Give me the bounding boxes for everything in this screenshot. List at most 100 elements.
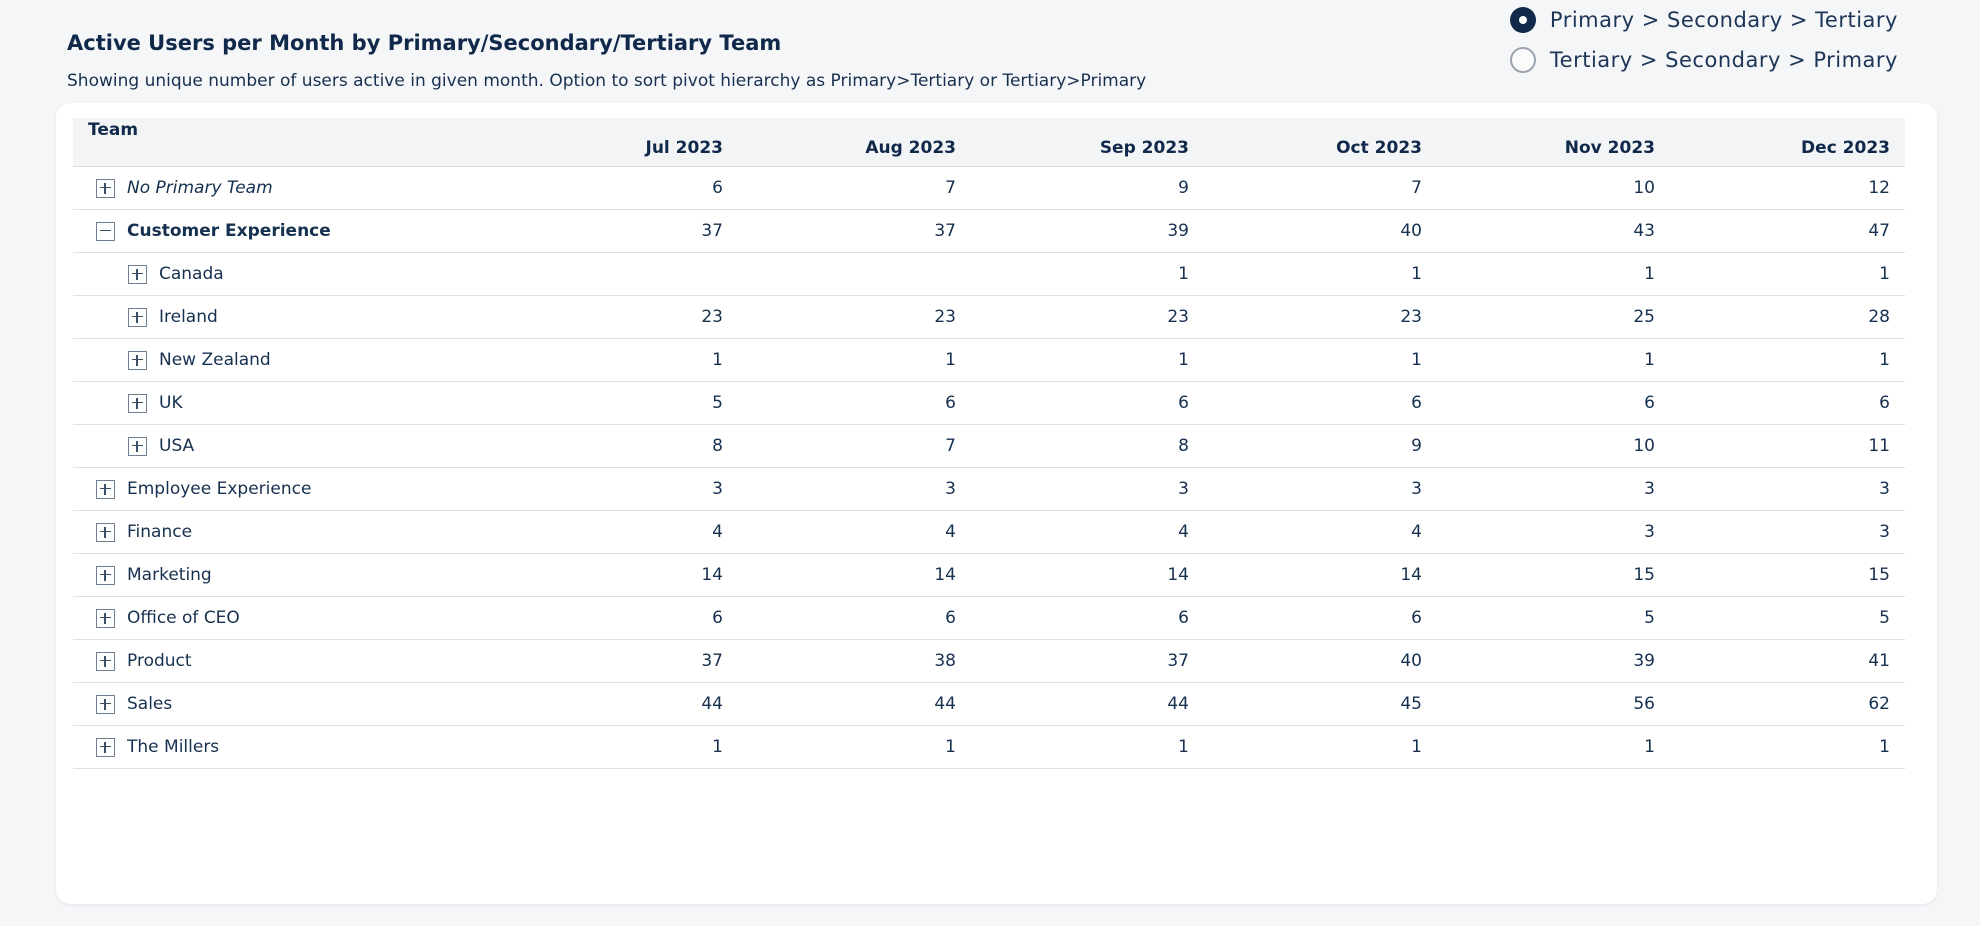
value-cell: 3 bbox=[1670, 510, 1905, 554]
value-cell: 6 bbox=[1204, 596, 1437, 640]
team-cell: Marketing bbox=[73, 553, 505, 597]
team-cell-content: Ireland bbox=[88, 307, 490, 327]
value-cell: 23 bbox=[971, 295, 1204, 339]
team-name: UK bbox=[159, 393, 183, 413]
expand-icon[interactable] bbox=[128, 393, 147, 413]
table-row: Ireland 23 23 23 23 25 28 bbox=[73, 295, 1905, 339]
value-cell: 8 bbox=[505, 424, 738, 468]
table-row: USA 8 7 8 9 10 11 bbox=[73, 424, 1905, 468]
expand-icon[interactable] bbox=[128, 436, 147, 456]
value-cell: 44 bbox=[738, 682, 971, 726]
team-cell: Product bbox=[73, 639, 505, 683]
value-cell: 41 bbox=[1670, 639, 1905, 683]
value-cell: 15 bbox=[1437, 553, 1670, 597]
team-cell: Finance bbox=[73, 510, 505, 554]
collapse-icon[interactable] bbox=[96, 221, 115, 241]
team-cell-content: Office of CEO bbox=[88, 608, 490, 628]
expand-icon[interactable] bbox=[96, 522, 115, 542]
column-header-month[interactable]: Jul 2023 bbox=[505, 118, 738, 167]
team-cell-content: Employee Experience bbox=[88, 479, 490, 499]
team-cell: Canada bbox=[73, 252, 505, 296]
value-cell: 3 bbox=[1204, 467, 1437, 511]
value-cell: 4 bbox=[738, 510, 971, 554]
value-cell: 3 bbox=[1670, 467, 1905, 511]
team-cell: The Millers bbox=[73, 725, 505, 769]
value-cell: 39 bbox=[1437, 639, 1670, 683]
value-cell bbox=[738, 252, 971, 296]
team-cell-content: No Primary Team bbox=[88, 178, 490, 198]
value-cell: 37 bbox=[505, 639, 738, 683]
value-cell: 1 bbox=[738, 725, 971, 769]
radio-checked-icon[interactable] bbox=[1509, 7, 1536, 33]
team-name: Product bbox=[127, 651, 192, 671]
value-cell: 45 bbox=[1204, 682, 1437, 726]
column-header-month[interactable]: Aug 2023 bbox=[738, 118, 971, 167]
value-cell: 3 bbox=[1437, 467, 1670, 511]
value-cell: 12 bbox=[1670, 166, 1905, 210]
team-cell: UK bbox=[73, 381, 505, 425]
expand-icon[interactable] bbox=[96, 479, 115, 499]
team-cell-content: UK bbox=[88, 393, 490, 413]
value-cell: 1 bbox=[971, 252, 1204, 296]
value-cell: 56 bbox=[1437, 682, 1670, 726]
value-cell: 1 bbox=[1204, 725, 1437, 769]
value-cell: 4 bbox=[1204, 510, 1437, 554]
expand-icon[interactable] bbox=[128, 264, 147, 284]
value-cell: 3 bbox=[1437, 510, 1670, 554]
table-header-row: Team Jul 2023 Aug 2023 Sep 2023 Oct 2023… bbox=[73, 118, 1905, 167]
value-cell: 3 bbox=[971, 467, 1204, 511]
value-cell: 6 bbox=[505, 166, 738, 210]
value-cell: 6 bbox=[1204, 381, 1437, 425]
value-cell: 23 bbox=[738, 295, 971, 339]
value-cell: 62 bbox=[1670, 682, 1905, 726]
team-cell-content: USA bbox=[88, 436, 490, 456]
expand-icon[interactable] bbox=[96, 694, 115, 714]
column-header-team[interactable]: Team bbox=[73, 118, 505, 167]
value-cell: 44 bbox=[971, 682, 1204, 726]
expand-icon[interactable] bbox=[96, 737, 115, 757]
value-cell: 6 bbox=[971, 381, 1204, 425]
column-header-month[interactable]: Nov 2023 bbox=[1437, 118, 1670, 167]
value-cell: 44 bbox=[505, 682, 738, 726]
radio-option-tertiary-first[interactable]: Tertiary > Secondary > Primary bbox=[1509, 45, 1898, 75]
value-cell: 6 bbox=[505, 596, 738, 640]
team-name: Employee Experience bbox=[127, 479, 312, 499]
value-cell: 14 bbox=[971, 553, 1204, 597]
team-cell-content: Product bbox=[88, 651, 490, 671]
team-name: Canada bbox=[159, 264, 224, 284]
expand-icon[interactable] bbox=[96, 608, 115, 628]
value-cell: 28 bbox=[1670, 295, 1905, 339]
team-cell: No Primary Team bbox=[73, 166, 505, 210]
team-name: The Millers bbox=[127, 737, 220, 757]
radio-option-primary-first[interactable]: Primary > Secondary > Tertiary bbox=[1509, 5, 1898, 35]
value-cell: 5 bbox=[505, 381, 738, 425]
table-row: The Millers 1 1 1 1 1 1 bbox=[73, 725, 1905, 769]
value-cell bbox=[505, 252, 738, 296]
expand-icon[interactable] bbox=[128, 307, 147, 327]
expand-icon[interactable] bbox=[96, 178, 115, 198]
value-cell: 14 bbox=[505, 553, 738, 597]
value-cell: 1 bbox=[1204, 252, 1437, 296]
column-header-month[interactable]: Oct 2023 bbox=[1204, 118, 1437, 167]
column-header-month[interactable]: Dec 2023 bbox=[1670, 118, 1905, 167]
table-row: Employee Experience 3 3 3 3 3 3 bbox=[73, 467, 1905, 511]
value-cell: 3 bbox=[738, 467, 971, 511]
value-cell: 8 bbox=[971, 424, 1204, 468]
value-cell: 40 bbox=[1204, 209, 1437, 253]
column-header-month[interactable]: Sep 2023 bbox=[971, 118, 1204, 167]
value-cell: 7 bbox=[1204, 166, 1437, 210]
dashboard-page: Active Users per Month by Primary/Second… bbox=[0, 0, 1980, 926]
value-cell: 1 bbox=[971, 338, 1204, 382]
sort-hierarchy-radio-group: Primary > Secondary > Tertiary Tertiary … bbox=[1509, 5, 1898, 75]
expand-icon[interactable] bbox=[96, 651, 115, 671]
value-cell: 10 bbox=[1437, 424, 1670, 468]
radio-unchecked-icon[interactable] bbox=[1509, 47, 1536, 73]
radio-label: Primary > Secondary > Tertiary bbox=[1549, 8, 1898, 32]
team-name: USA bbox=[159, 436, 195, 456]
table-row: Sales 44 44 44 45 56 62 bbox=[73, 682, 1905, 726]
expand-icon[interactable] bbox=[128, 350, 147, 370]
value-cell: 6 bbox=[1670, 381, 1905, 425]
table-row: New Zealand 1 1 1 1 1 1 bbox=[73, 338, 1905, 382]
team-cell: New Zealand bbox=[73, 338, 505, 382]
expand-icon[interactable] bbox=[96, 565, 115, 585]
